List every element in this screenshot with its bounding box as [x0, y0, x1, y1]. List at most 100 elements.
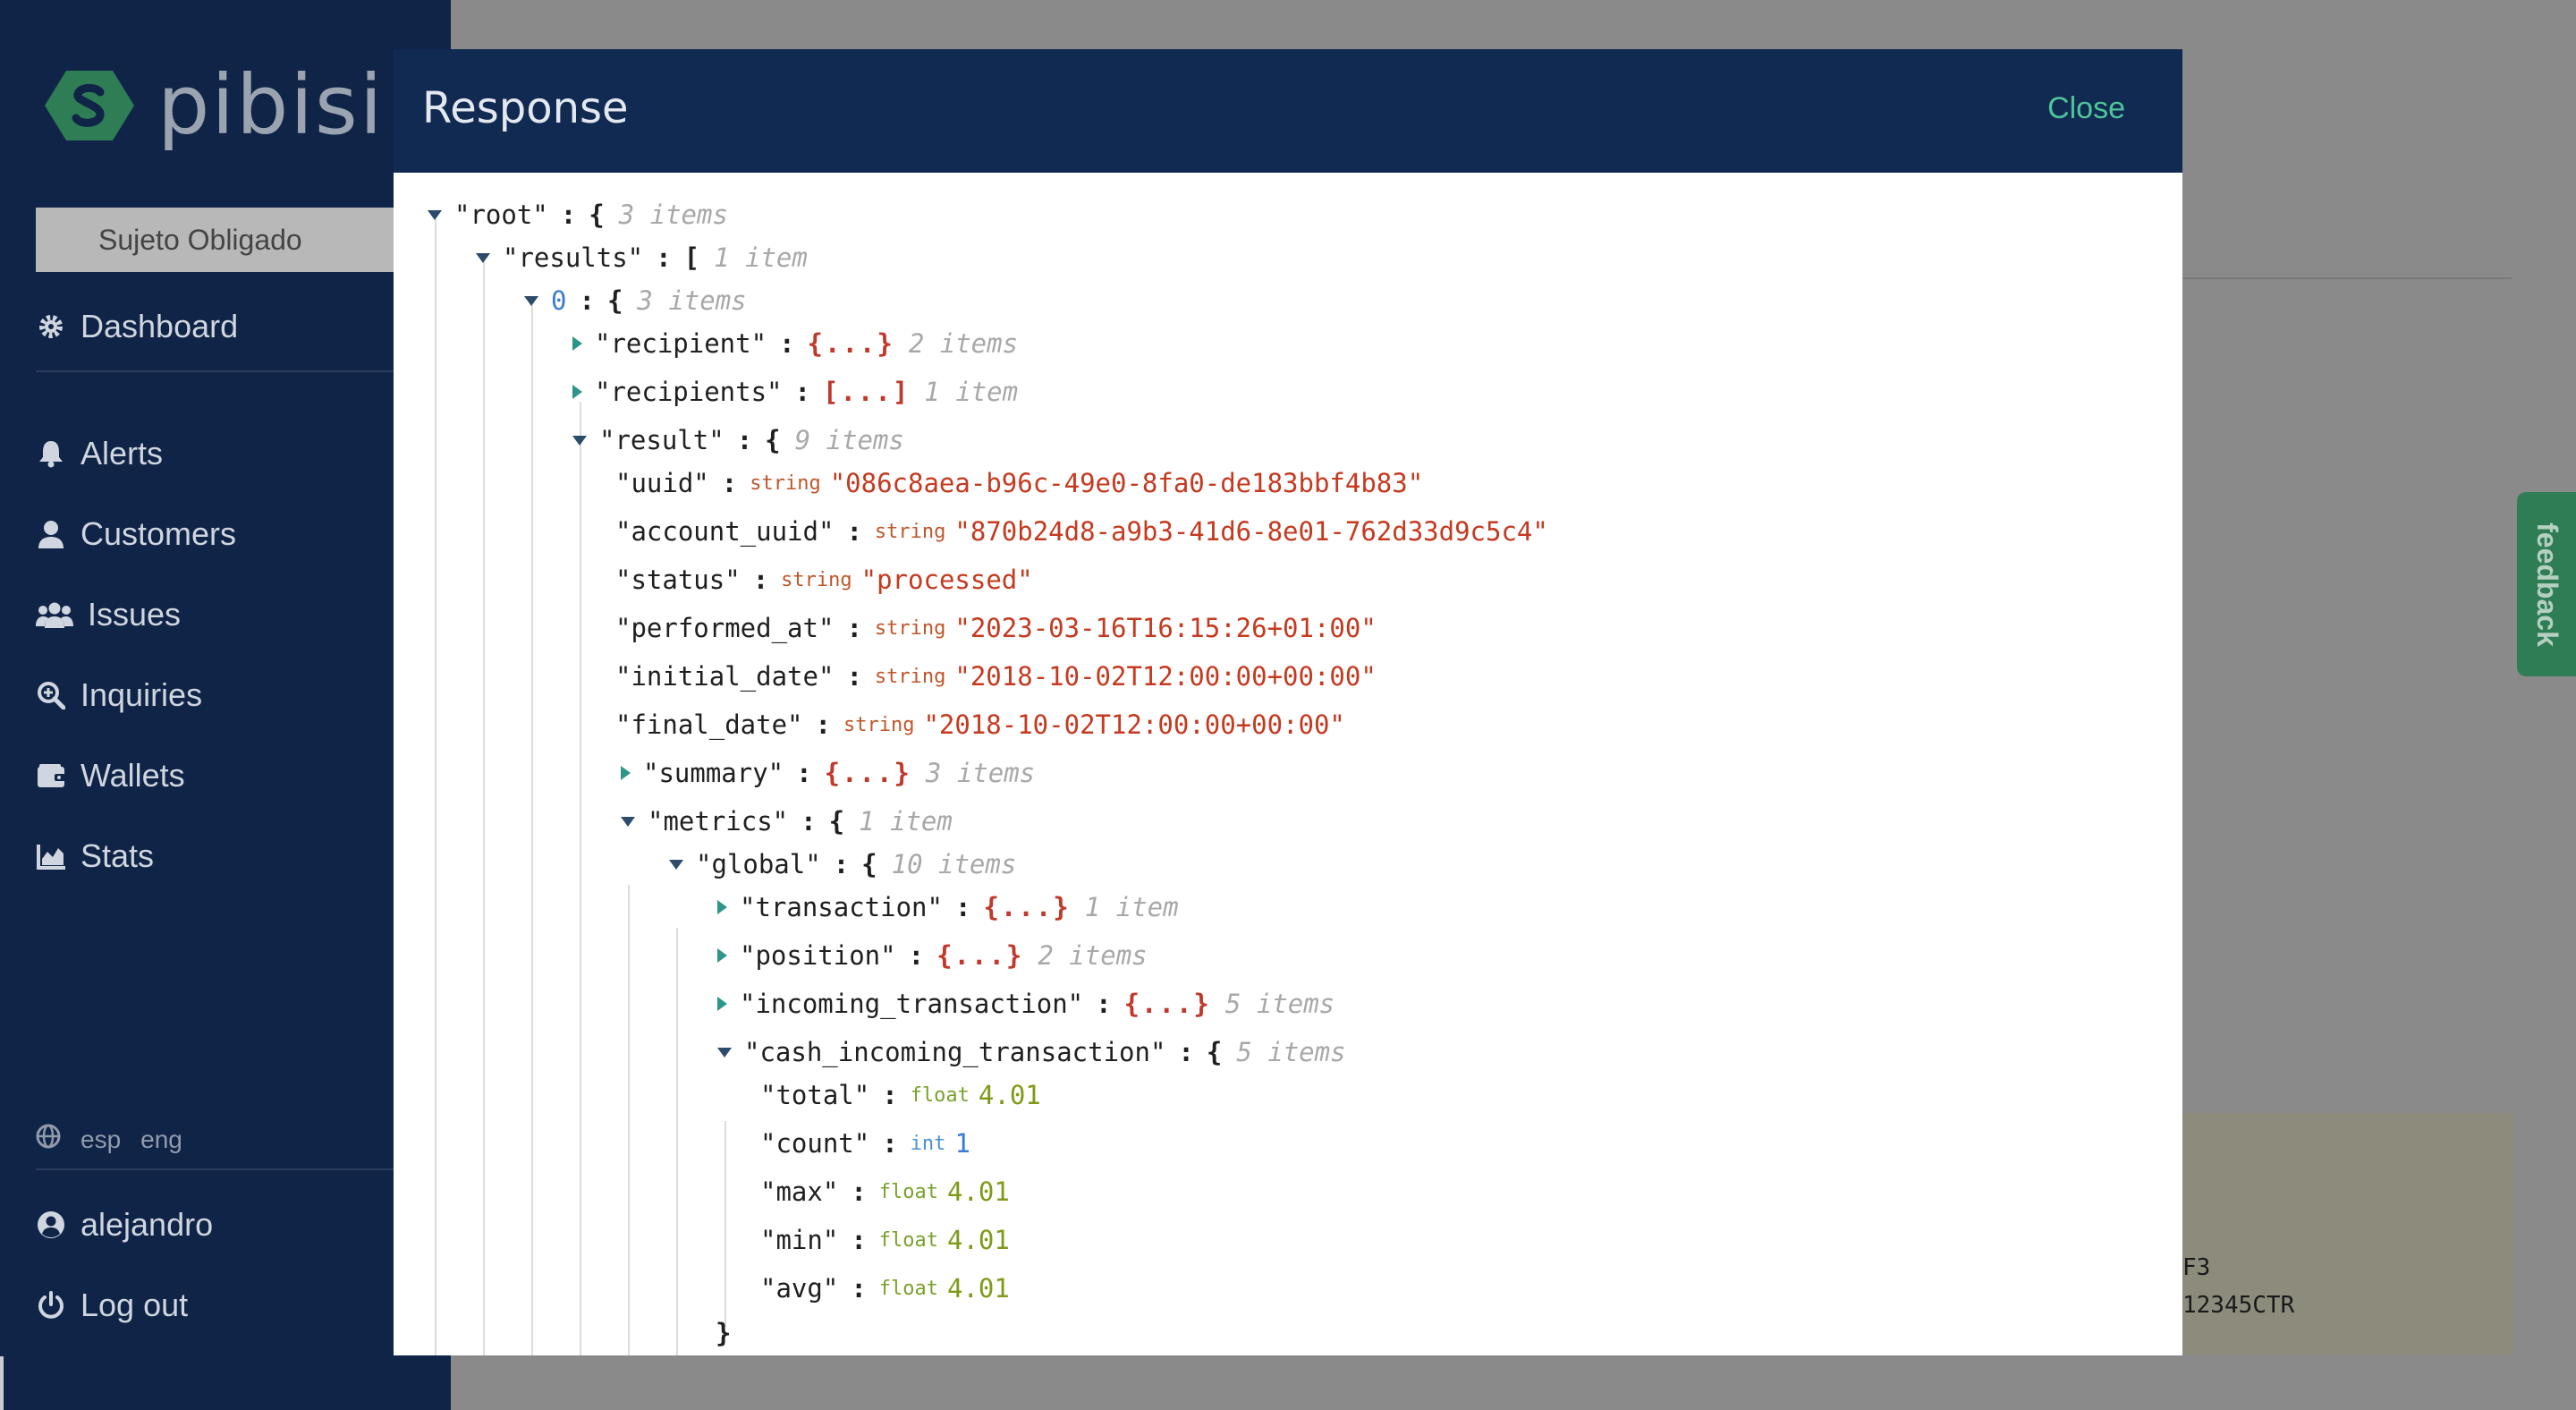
nav-issues-label: Issues [88, 596, 182, 633]
tree-leaf-uuid[interactable]: "uuid" : string "086c8aea-b96c-49e0-8fa0… [615, 459, 1423, 507]
tree-node-result[interactable]: "result" : { 9 items [572, 416, 904, 464]
tree-node-index-0[interactable]: 0 : { 3 items [524, 276, 747, 325]
modal-title: Response [422, 83, 629, 133]
organization-select[interactable]: Sujeto Obligado [36, 208, 415, 272]
lang-esp[interactable]: esp [80, 1125, 121, 1154]
collapse-toggle-icon[interactable] [428, 209, 442, 220]
nav-inquiries-label: Inquiries [80, 676, 203, 713]
nav-alerts[interactable]: Alerts [36, 435, 163, 472]
value-type: string [874, 665, 946, 688]
collapse-toggle-icon[interactable] [621, 816, 635, 827]
collapse-toggle-icon[interactable] [476, 252, 490, 263]
value-type: string [781, 568, 852, 591]
tree-leaf-status[interactable]: "status" : string "processed" [615, 556, 1033, 604]
node-count: 5 items [1224, 989, 1335, 1019]
node-index: 0 [551, 285, 567, 316]
tree-node-summary[interactable]: "summary" : {...} 3 items [621, 749, 1035, 797]
tree-leaf-final-date[interactable]: "final_date" : string "2018-10-02T12:00:… [615, 701, 1345, 749]
tree-node-metrics[interactable]: "metrics" : { 1 item [621, 797, 953, 845]
nav-issues[interactable]: Issues [36, 596, 181, 633]
user-circle-icon [36, 1210, 66, 1240]
node-key: "root" [454, 200, 548, 230]
expand-toggle-icon[interactable] [572, 385, 582, 399]
node-count: 1 item [1084, 892, 1179, 922]
tree-leaf-initial-date[interactable]: "initial_date" : string "2018-10-02T12:0… [615, 652, 1377, 701]
nav-inquiries[interactable]: Inquiries [36, 676, 202, 714]
node-key: "final_date" [615, 709, 803, 740]
nav-logout[interactable]: Log out [36, 1287, 188, 1324]
value-type: float [878, 1277, 939, 1300]
tree-node-transaction[interactable]: "transaction" : {...} 1 item [717, 883, 1179, 931]
node-key: "position" [740, 940, 896, 971]
collapsed-preview[interactable]: {...} [808, 328, 894, 359]
node-count: 2 items [1038, 940, 1148, 971]
json-viewer: "root" : { 3 items "results" : [ 1 item … [394, 173, 2182, 1355]
value-string: "2018-10-02T12:00:00+00:00" [954, 661, 1377, 692]
node-open-brace: { [861, 849, 877, 879]
nav-wallets-label: Wallets [80, 757, 185, 794]
tree-node-cash-incoming-transaction[interactable]: "cash_incoming_transaction" : { 5 items [717, 1028, 1346, 1076]
nav-wallets[interactable]: Wallets [36, 757, 185, 794]
node-count: 3 items [925, 758, 1036, 788]
node-key: "min" [760, 1225, 839, 1255]
value-string: "2023-03-16T16:15:26+01:00" [954, 613, 1377, 643]
tree-leaf-account-uuid[interactable]: "account_uuid" : string "870b24d8-a9b3-4… [615, 507, 1548, 556]
tree-node-root[interactable]: "root" : { 3 items [428, 191, 728, 239]
collapse-toggle-icon[interactable] [717, 1047, 732, 1058]
tree-node-global[interactable]: "global" : { 10 items [669, 840, 1016, 888]
collapse-toggle-icon[interactable] [572, 435, 587, 446]
node-key: "global" [696, 849, 821, 879]
value-string: "processed" [860, 565, 1033, 595]
expand-toggle-icon[interactable] [621, 766, 631, 780]
collapsed-preview[interactable]: {...} [936, 940, 1023, 971]
feedback-tab[interactable]: feedback [2517, 492, 2576, 676]
value-float: 4.01 [947, 1225, 1010, 1255]
tree-node-position[interactable]: "position" : {...} 2 items [717, 931, 1148, 980]
collapsed-preview[interactable]: {...} [983, 892, 1070, 922]
tree-node-recipients[interactable]: "recipients" : [...] 1 item [572, 368, 1018, 416]
value-type: string [874, 520, 946, 543]
value-type: float [878, 1228, 939, 1252]
expand-toggle-icon[interactable] [717, 997, 727, 1011]
value-string: "2018-10-02T12:00:00+00:00" [923, 709, 1345, 740]
value-string: "870b24d8-a9b3-41d6-8e01-762d33d9c5c4" [954, 516, 1548, 547]
tree-node-incoming-transaction[interactable]: "incoming_transaction" : {...} 5 items [717, 980, 1335, 1028]
tree-node-results[interactable]: "results" : [ 1 item [476, 234, 808, 282]
background-text-1: F3 [2182, 1254, 2211, 1281]
node-close-brace: } [716, 1318, 732, 1348]
node-key: "result" [599, 425, 724, 455]
nav-stats[interactable]: Stats [36, 837, 154, 875]
expand-toggle-icon[interactable] [572, 336, 582, 351]
nav-customers[interactable]: Customers [36, 515, 236, 553]
expand-toggle-icon[interactable] [717, 948, 727, 963]
tree-leaf-avg[interactable]: "avg" : float 4.01 [760, 1264, 1010, 1312]
node-count: 10 items [891, 849, 1017, 879]
tree-leaf-min[interactable]: "min" : float 4.01 [760, 1216, 1010, 1264]
tree-leaf-total[interactable]: "total" : float 4.01 [760, 1071, 1041, 1119]
brand-logo[interactable]: pibisi [45, 64, 384, 147]
close-button[interactable]: Close [2042, 90, 2131, 127]
node-count: 2 items [908, 328, 1019, 359]
collapse-toggle-icon[interactable] [524, 295, 538, 306]
expand-toggle-icon[interactable] [717, 900, 727, 914]
collapse-toggle-icon[interactable] [669, 859, 683, 870]
bell-icon [36, 438, 66, 469]
tree-close-brace: } [716, 1309, 731, 1355]
nav-stats-label: Stats [80, 837, 155, 874]
sidebar-edge [0, 1356, 4, 1410]
collapsed-preview[interactable]: {...} [825, 758, 911, 788]
node-open-brace: [ [683, 242, 700, 273]
tree-node-recipient[interactable]: "recipient" : {...} 2 items [572, 319, 1018, 368]
tree-leaf-count[interactable]: "count" : int 1 [760, 1119, 970, 1168]
collapsed-preview[interactable]: {...} [1124, 989, 1211, 1019]
tree-leaf-max[interactable]: "max" : float 4.01 [760, 1168, 1010, 1216]
nav-dashboard[interactable]: Dashboard [36, 308, 238, 345]
lang-eng[interactable]: eng [140, 1125, 182, 1154]
node-key: "summary" [643, 758, 784, 788]
tree-leaf-performed-at[interactable]: "performed_at" : string "2023-03-16T16:1… [615, 604, 1377, 652]
node-open-brace: { [1206, 1037, 1223, 1067]
collapsed-preview[interactable]: [...] [823, 377, 910, 407]
sidebar: pibisi Sujeto Obligado Dashboard Alerts … [0, 0, 451, 1410]
nav-user-profile[interactable]: alejandro [36, 1206, 213, 1244]
organization-select-value: Sujeto Obligado [98, 223, 302, 256]
